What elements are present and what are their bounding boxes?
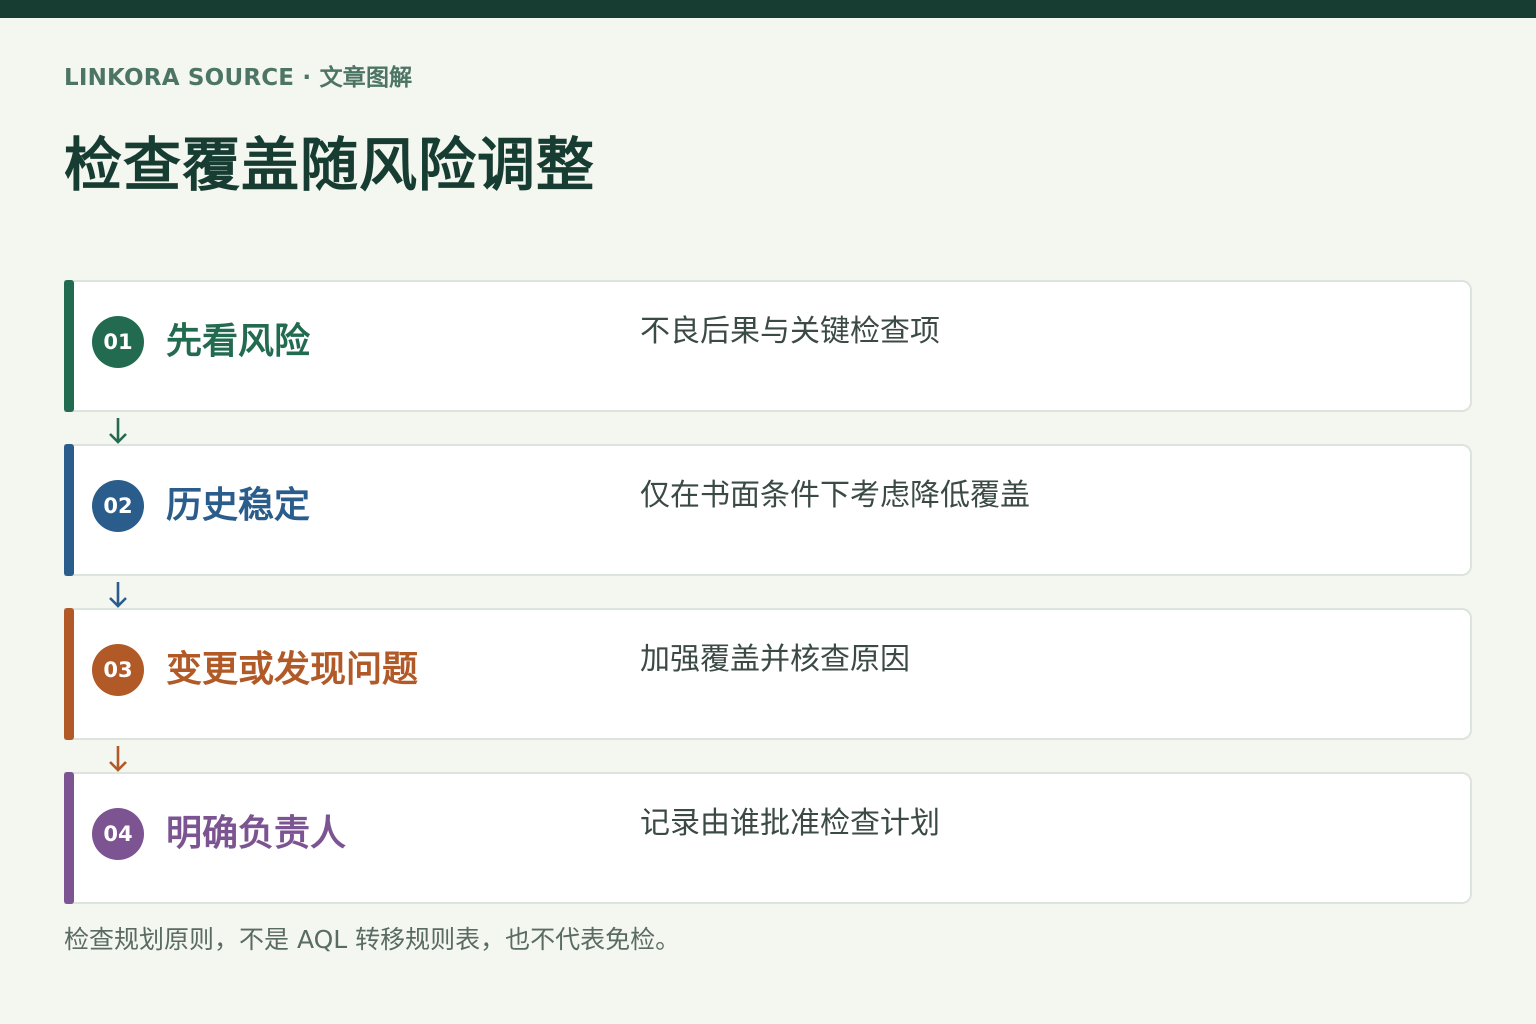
step-number-badge: 03 [92, 644, 144, 696]
step-description: 不良后果与关键检查项 [640, 314, 940, 349]
down-arrow-icon [109, 746, 127, 772]
step-description: 记录由谁批准检查计划 [640, 806, 940, 841]
step-accent-bar [64, 772, 74, 904]
step-card-1: 01 先看风险 不良后果与关键检查项 [64, 280, 1472, 412]
page-title: 检查覆盖随风险调整 [64, 131, 596, 199]
step-accent-bar [64, 444, 74, 576]
step-number-badge: 04 [92, 808, 144, 860]
step-number-badge: 02 [92, 480, 144, 532]
step-accent-bar [64, 280, 74, 412]
step-description: 仅在书面条件下考虑降低覆盖 [640, 478, 1030, 513]
step-description: 加强覆盖并核查原因 [640, 642, 910, 677]
step-card-3: 03 变更或发现问题 加强覆盖并核查原因 [64, 608, 1472, 740]
footnote: 检查规划原则，不是 AQL 转移规则表，也不代表免检。 [64, 925, 681, 954]
step-title: 历史稳定 [166, 485, 311, 526]
step-accent-bar [64, 608, 74, 740]
down-arrow-icon [109, 418, 127, 444]
step-card-4: 04 明确负责人 记录由谁批准检查计划 [64, 772, 1472, 904]
step-card-2: 02 历史稳定 仅在书面条件下考虑降低覆盖 [64, 444, 1472, 576]
step-title: 变更或发现问题 [166, 649, 419, 690]
header-kicker: LINKORA SOURCE · 文章图解 [64, 65, 413, 91]
top-accent-bar [0, 0, 1536, 18]
down-arrow-icon [109, 582, 127, 608]
step-number-badge: 01 [92, 316, 144, 368]
step-title: 明确负责人 [166, 813, 347, 854]
step-title: 先看风险 [166, 321, 311, 362]
